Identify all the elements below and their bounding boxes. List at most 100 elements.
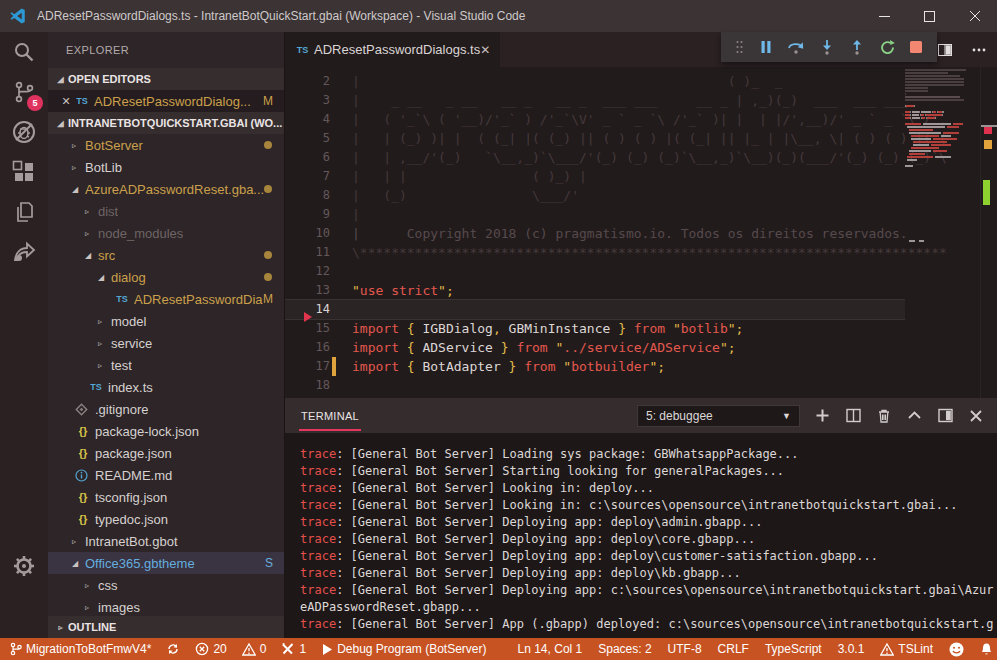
- more-actions-button[interactable]: [971, 42, 987, 58]
- status-bell[interactable]: [980, 642, 993, 656]
- tree-item-node-modules[interactable]: ▹node_modules: [48, 222, 284, 244]
- typescript-file-icon: TS: [88, 382, 104, 392]
- status-smiley[interactable]: [949, 642, 964, 657]
- tree-item-package-json[interactable]: {}package.json: [48, 442, 284, 464]
- status-sync[interactable]: [166, 642, 180, 656]
- open-editors-header[interactable]: ◢OPEN EDITORS: [48, 68, 284, 90]
- ruler-mark: [984, 127, 992, 134]
- code-line-9: 9|: [285, 205, 905, 224]
- maximize-panel-button[interactable]: [907, 408, 922, 423]
- terminal-line: trace: [General Bot Server] Starting loo…: [300, 464, 997, 481]
- split-terminal-button[interactable]: [846, 408, 861, 423]
- tree-item-test[interactable]: ▹test: [48, 354, 284, 376]
- tree-item-images[interactable]: ▹images: [48, 596, 284, 616]
- code-editor[interactable]: 2| ( )_ _3| _ __ _ __ __ _ __ _ ___ ___ …: [285, 67, 997, 398]
- close-panel-button[interactable]: [969, 409, 983, 423]
- tree-item-dialog[interactable]: ◢dialog: [48, 266, 284, 288]
- search-icon[interactable]: [0, 32, 48, 72]
- terminal-panel: TERMINAL 5: debuggee▼ trace: [General Bo…: [285, 398, 997, 638]
- tree-item-label: Office365.gbtheme: [85, 556, 195, 571]
- outline-header[interactable]: ▹OUTLINE: [48, 616, 284, 638]
- status-typescript[interactable]: TypeScript: [765, 642, 822, 656]
- tree-item-label: dialog: [111, 270, 146, 285]
- chevron-collapsed-icon: ▹: [72, 537, 85, 546]
- code-line-13: 13"use strict";: [285, 281, 905, 300]
- window-title: ADResetPasswordDialogs.ts - IntranetBotQ…: [37, 9, 862, 23]
- tree-item-adresetpassworddial[interactable]: TSADResetPasswordDial...M: [48, 288, 284, 310]
- modified-dot-badge: [264, 141, 272, 149]
- tree-item-label: images: [98, 600, 140, 615]
- status-debug-program-botserver[interactable]: Debug Program (BotServer): [321, 642, 486, 656]
- terminal-line: trace: [General Bot Server] Loading sys …: [300, 447, 997, 464]
- gear-icon[interactable]: [0, 546, 48, 586]
- status-0[interactable]: 0: [242, 642, 267, 656]
- step-out-button[interactable]: [849, 39, 865, 55]
- json-file-icon: {}: [75, 447, 91, 459]
- tree-item-model[interactable]: ▹model: [48, 310, 284, 332]
- tree-item-label: src: [98, 248, 115, 263]
- tree-item-azureadpasswordreset-gba[interactable]: ◢AzureADPasswordReset.gba...: [48, 178, 284, 200]
- terminal-line: trace: [General Bot Server] App (.gbapp)…: [300, 617, 997, 634]
- share-icon[interactable]: [0, 232, 48, 272]
- code-line-4: 4| ( '_`\ ( '__)/'_` ) /'_`\V' _ ` _ `\ …: [285, 110, 905, 129]
- tree-item-typedoc-json[interactable]: {}typedoc.json: [48, 508, 284, 530]
- tree-item-index-ts[interactable]: TSindex.ts: [48, 376, 284, 398]
- kill-terminal-button[interactable]: [877, 408, 891, 423]
- extensions-icon[interactable]: [0, 152, 48, 192]
- tree-item-botlib[interactable]: ▹BotLib: [48, 156, 284, 178]
- line-number: 10: [285, 224, 330, 243]
- status-1[interactable]: 1: [281, 642, 306, 656]
- tree-item-package-lock-json[interactable]: {}package-lock.json: [48, 420, 284, 442]
- tree-item-intranetbot-gbot[interactable]: ▹IntranetBot.gbot: [48, 530, 284, 552]
- tree-item-tsconfig-json[interactable]: {}tsconfig.json: [48, 486, 284, 508]
- maximize-button[interactable]: [907, 0, 952, 32]
- close-icon[interactable]: ✕: [480, 43, 490, 57]
- terminal-select[interactable]: 5: debuggee▼: [637, 405, 800, 427]
- status-ln-14-col-1[interactable]: Ln 14, Col 1: [518, 642, 583, 656]
- status-tslint[interactable]: TSLint: [880, 642, 933, 656]
- pause-button[interactable]: [758, 39, 774, 55]
- source-control-icon[interactable]: 5: [0, 72, 48, 112]
- status-3-0-1[interactable]: 3.0.1: [838, 642, 865, 656]
- status-utf-8[interactable]: UTF-8: [668, 642, 702, 656]
- tree-item-service[interactable]: ▹service: [48, 332, 284, 354]
- tree-item-label: typedoc.json: [95, 512, 168, 527]
- step-into-button[interactable]: [819, 39, 835, 55]
- split-editor-button[interactable]: [937, 42, 953, 58]
- tab-terminal[interactable]: TERMINAL: [299, 401, 361, 431]
- pages-icon[interactable]: [0, 192, 48, 232]
- open-editor-item[interactable]: ✕ TS ADResetPasswordDialog... M: [48, 90, 284, 112]
- tree-item-label: AzureADPasswordReset.gba...: [85, 182, 264, 197]
- tree-item-readme-md[interactable]: README.md: [48, 464, 284, 486]
- stop-button[interactable]: [909, 40, 923, 54]
- code-line-15: 15import { IGBDialog, GBMinInstance } fr…: [285, 319, 905, 338]
- tree-item-gitignore[interactable]: .gitignore: [48, 398, 284, 420]
- status-crlf[interactable]: CRLF: [718, 642, 749, 656]
- tree-item-botserver[interactable]: ▹BotServer: [48, 134, 284, 156]
- gitignore-file-icon: [75, 403, 91, 416]
- close-icon[interactable]: ✕: [58, 95, 74, 108]
- minimize-button[interactable]: [862, 0, 907, 32]
- tree-item-label: css: [98, 578, 118, 593]
- status-20[interactable]: 20: [195, 642, 226, 656]
- tab-adresetpassworddialogs[interactable]: TS ADResetPasswordDialogs.ts ✕: [285, 32, 500, 67]
- chevron-down-icon: ▼: [782, 411, 791, 421]
- debug-disabled-icon[interactable]: [0, 112, 48, 152]
- restart-button[interactable]: [879, 39, 896, 56]
- status-spaces-2[interactable]: Spaces: 2: [598, 642, 651, 656]
- tree-item-src[interactable]: ◢src: [48, 244, 284, 266]
- line-number: 3: [285, 91, 330, 110]
- toggle-panel-button[interactable]: [938, 408, 953, 423]
- close-button[interactable]: [952, 0, 997, 32]
- workspace-section-header[interactable]: ◢INTRANETBOTQUICKSTART.GBAI (WO...: [48, 112, 284, 134]
- terminal-output[interactable]: trace: [General Bot Server] Loading sys …: [285, 433, 997, 638]
- status-bar: MigrationToBotFmwV4* 20 01 Debug Program (B…: [0, 638, 997, 660]
- tree-item-css[interactable]: ▹css: [48, 574, 284, 596]
- step-over-button[interactable]: [787, 39, 805, 55]
- minimap[interactable]: [905, 67, 980, 398]
- tree-item-office365-gbtheme[interactable]: ◢Office365.gbthemeS: [48, 552, 284, 574]
- tree-item-dist[interactable]: ▹dist: [48, 200, 284, 222]
- play-icon: [321, 643, 333, 656]
- new-terminal-button[interactable]: [815, 408, 830, 423]
- status-migrationtobotfmwv4[interactable]: MigrationToBotFmwV4*: [10, 642, 151, 656]
